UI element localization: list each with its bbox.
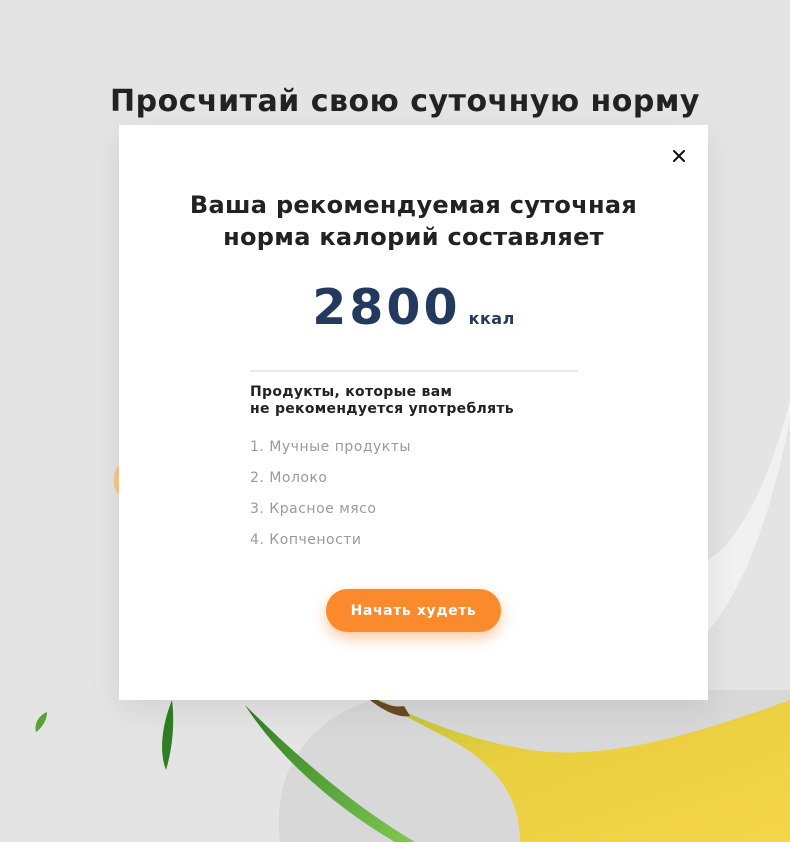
calories-display: 2800 ккал	[119, 279, 708, 336]
calories-unit: ккал	[468, 309, 515, 328]
page-title: Просчитай свою суточную норму	[110, 84, 700, 119]
modal-heading-line1: Ваша рекомендуемая суточная	[189, 191, 638, 219]
leaf	[162, 700, 174, 770]
calories-value: 2800	[312, 279, 461, 336]
divider	[250, 370, 578, 372]
list-item: 4. Копчености	[250, 532, 362, 548]
background-swoosh	[700, 400, 790, 640]
products-title: Продукты, которые вам не рекомендуется у…	[250, 384, 514, 418]
list-item: 1. Мучные продукты	[250, 439, 411, 455]
modal-heading-line2: норма калорий составляет	[223, 223, 604, 251]
products-list: 1. Мучные продукты 2. Молоко 3. Красное …	[250, 437, 411, 561]
modal-heading: Ваша рекомендуемая суточная норма калори…	[119, 189, 708, 253]
start-losing-weight-button[interactable]: Начать худеть	[326, 589, 501, 632]
close-icon[interactable]	[670, 147, 688, 165]
products-title-line1: Продукты, которые вам	[250, 384, 453, 400]
leaf	[35, 712, 47, 732]
list-item: 3. Красное мясо	[250, 501, 377, 517]
products-title-line2: не рекомендуется употреблять	[250, 401, 514, 417]
calorie-result-modal: Ваша рекомендуемая суточная норма калори…	[119, 125, 708, 700]
close-button[interactable]	[670, 147, 688, 165]
list-item: 2. Молоко	[250, 470, 328, 486]
